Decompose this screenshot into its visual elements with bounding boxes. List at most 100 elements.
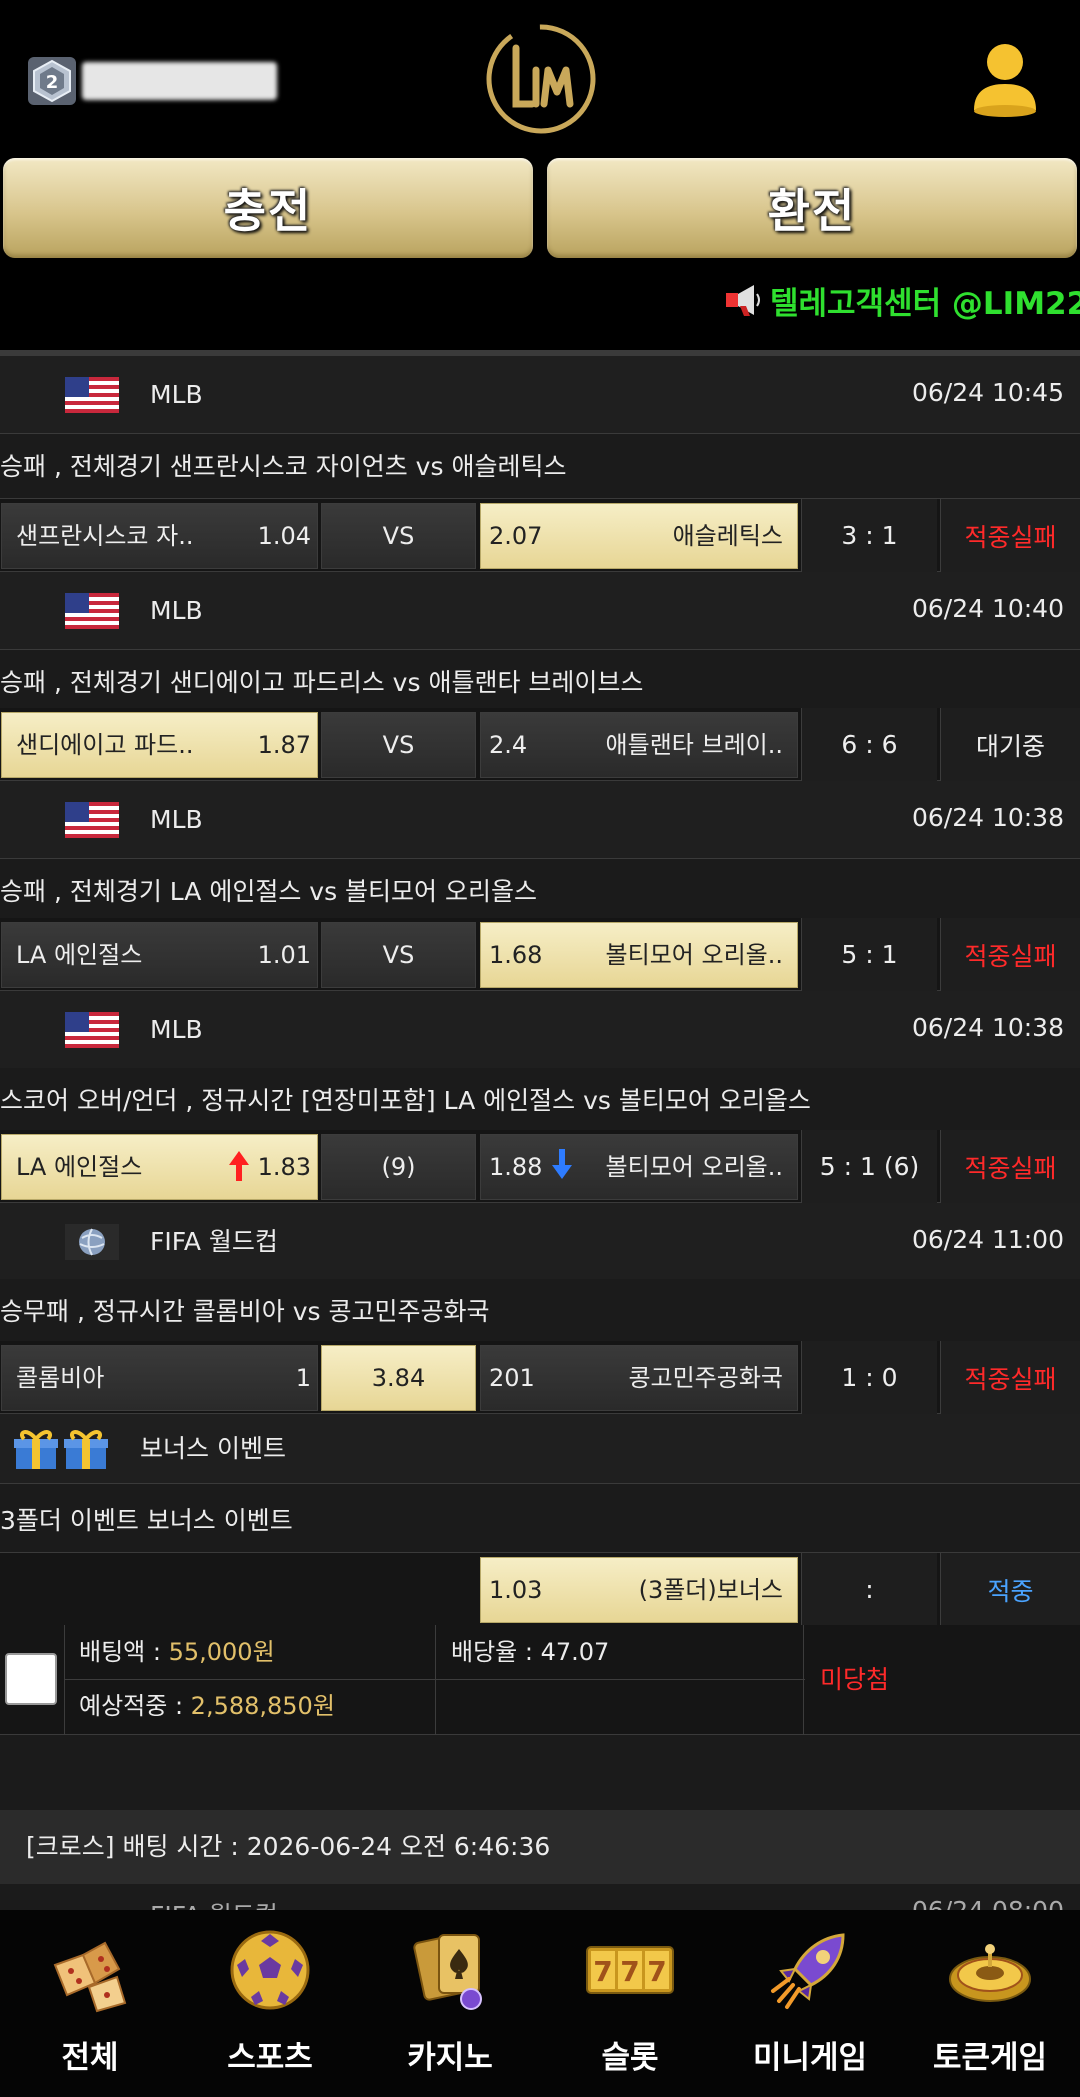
svg-text:7: 7 <box>620 1955 639 1988</box>
expected-label: 예상적중 : <box>79 1692 191 1720</box>
away-odds-cell-selected[interactable]: 2.07 애슬레틱스 <box>480 503 798 569</box>
nav-casino-label: 카지노 <box>407 2040 493 2076</box>
league-name: MLB <box>150 380 203 409</box>
svg-text:2: 2 <box>46 72 59 93</box>
away-team: 콩고민주공화국 <box>628 1364 783 1392</box>
bet-title: 승패 , 전체경기 LA 에인절스 vs 볼티모어 오리올스 <box>0 877 537 906</box>
rank-badge-icon: 2 <box>28 57 76 105</box>
home-odds-cell[interactable]: LA 에인절스 1.01 <box>1 922 318 988</box>
bet-title: 승패 , 전체경기 샌프란시스코 자이언츠 vs 애슬레틱스 <box>0 452 567 481</box>
match-score: 5 : 1 <box>801 918 937 991</box>
arrow-up-icon <box>229 1151 249 1181</box>
match-score: 6 : 6 <box>801 708 937 781</box>
slot-777-icon: 7 7 7 <box>586 1946 674 1994</box>
nav-sports[interactable]: 스포츠 <box>180 1910 360 2097</box>
cross-bet-header: [크로스] 배팅 시간 : 2026-06-24 오전 6:46:36 <box>0 1810 1080 1884</box>
home-odds: 1.83 <box>257 1153 311 1181</box>
svg-text:7: 7 <box>593 1955 612 1988</box>
expected-value: 2,588,850원 <box>190 1692 335 1720</box>
dice-icon <box>53 1941 127 2013</box>
home-team: 콜롬비아 <box>16 1364 105 1392</box>
match-score: 3 : 1 <box>801 499 937 572</box>
nav-all-label: 전체 <box>61 2040 119 2076</box>
bonus-odds-row: 1.03 (3폴더)보너스 : 적중 <box>0 1553 1080 1626</box>
match-score: 1 : 0 <box>801 1341 937 1414</box>
draw-cell[interactable]: VS <box>321 712 476 778</box>
over-odds-cell-selected[interactable]: LA 에인절스 1.83 <box>1 1134 318 1200</box>
home-odds: 1.01 <box>257 941 311 969</box>
away-odds-cell[interactable]: 201 콩고민주공화국 <box>480 1345 798 1411</box>
league-name: MLB <box>150 1015 203 1044</box>
away-odds: 1.88 <box>489 1153 543 1181</box>
summary-status: 미당첨 <box>820 1665 890 1694</box>
playing-cards-icon <box>413 1934 482 2010</box>
summary-grid: 배팅액 : 55,000원 배당율 : 47.07 예상적중 : 2,588,8… <box>64 1625 805 1735</box>
bonus-label: (3폴더)보너스 <box>638 1576 783 1604</box>
away-team: 애슬레틱스 <box>672 522 783 550</box>
bet-title: 승패 , 전체경기 샌디에이고 파드리스 vs 애틀랜타 브레이브스 <box>0 668 644 697</box>
bottom-navigation: 전체 스포츠 카지노 7 7 7 슬롯 미니게임 토큰게임 <box>0 1910 1080 2097</box>
league-row: FIFA 월드컵 06/24 11:00 <box>0 1203 1080 1281</box>
home-odds: 1 <box>295 1364 311 1392</box>
bet-amount: 배팅액 : 55,000원 <box>79 1625 275 1679</box>
bet-odds-row: 콜롬비아 1 3.84 201 콩고민주공화국 1 : 0 적중실패 <box>0 1341 1080 1414</box>
bet-odds-row: 샌디에이고 파드.. 1.87 VS 2.4 애틀랜타 브레이.. 6 : 6 … <box>0 708 1080 781</box>
notice-ticker[interactable]: 텔레고객센터 @LIM220 <box>724 278 1080 322</box>
draw-cell[interactable]: VS <box>321 922 476 988</box>
bet-title-row: 승패 , 전체경기 샌프란시스코 자이언츠 vs 애슬레틱스 <box>0 434 1080 499</box>
home-odds-cell-selected[interactable]: 샌디에이고 파드.. 1.87 <box>1 712 318 778</box>
away-team: 볼티모어 오리올.. <box>605 941 783 969</box>
home-odds-cell[interactable]: 콜롬비아 1 <box>1 1345 318 1411</box>
nav-casino[interactable]: 카지노 <box>360 1910 540 2097</box>
home-odds: 1.04 <box>257 522 311 550</box>
expected-win: 예상적중 : 2,588,850원 <box>79 1679 335 1733</box>
under-odds-cell[interactable]: 1.88 볼티모어 오리올.. <box>480 1134 798 1200</box>
charge-button[interactable]: 충전 <box>3 158 533 258</box>
roulette-wheel-icon <box>949 1944 1031 2002</box>
away-odds-cell-selected[interactable]: 1.68 볼티모어 오리올.. <box>480 922 798 988</box>
away-odds: 201 <box>489 1364 535 1392</box>
select-checkbox[interactable] <box>5 1653 57 1705</box>
nav-sports-label: 스포츠 <box>227 2040 313 2076</box>
grid-divider <box>435 1625 436 1735</box>
world-globe-icon <box>65 1224 119 1260</box>
league-row: MLB 06/24 10:38 <box>0 991 1080 1069</box>
match-time: 06/24 10:45 <box>911 378 1064 407</box>
arrow-down-icon <box>552 1149 572 1179</box>
lim-logo[interactable] <box>480 18 602 140</box>
username-redacted <box>82 62 277 100</box>
draw-odds-cell-selected[interactable]: 3.84 <box>321 1345 476 1411</box>
nav-slot-label: 슬롯 <box>601 2040 659 2076</box>
gift-box-icon <box>64 1430 108 1469</box>
nav-all[interactable]: 전체 <box>0 1910 180 2097</box>
bonus-title-row: 3폴더 이벤트 보너스 이벤트 <box>0 1488 1080 1553</box>
nav-minigame[interactable]: 미니게임 <box>720 1910 900 2097</box>
bet-title-row: 스코어 오버/언더 , 정규시간 [연장미포함] LA 에인절스 vs 볼티모어… <box>0 1068 1080 1133</box>
draw-cell[interactable]: VS <box>321 503 476 569</box>
nav-token-game-label: 토큰게임 <box>932 2040 1048 2076</box>
home-odds-cell[interactable]: 샌프란시스코 자.. 1.04 <box>1 503 318 569</box>
bet-title: 스코어 오버/언더 , 정규시간 [연장미포함] LA 에인절스 vs 볼티모어… <box>0 1086 811 1115</box>
league-row: MLB 06/24 10:40 <box>0 572 1080 650</box>
nav-slot[interactable]: 7 7 7 슬롯 <box>540 1910 720 2097</box>
home-odds: 1.87 <box>257 731 311 759</box>
nav-token-game[interactable]: 토큰게임 <box>900 1910 1080 2097</box>
bonus-odds-cell-selected[interactable]: 1.03 (3폴더)보너스 <box>480 1557 798 1623</box>
user-profile-icon[interactable] <box>968 40 1042 120</box>
top-header: 2 충전 환전 텔레고객센터 @LIM220 <box>0 0 1080 350</box>
handicap-line-cell[interactable]: (9) <box>321 1134 476 1200</box>
odds-value: 47.07 <box>540 1638 610 1666</box>
bet-title: 승무패 , 정규시간 콜롬비아 vs 콩고민주공화국 <box>0 1297 490 1326</box>
cross-bet-time: [크로스] 배팅 시간 : 2026-06-24 오전 6:46:36 <box>26 1832 551 1861</box>
home-team: LA 에인절스 <box>16 1153 143 1181</box>
bet-title-row: 승무패 , 정규시간 콜롬비아 vs 콩고민주공화국 <box>0 1279 1080 1344</box>
away-team: 애틀랜타 브레이.. <box>605 731 783 759</box>
bet-odds-row: LA 에인절스 1.01 VS 1.68 볼티모어 오리올.. 5 : 1 적중… <box>0 918 1080 991</box>
bet-summary: 배팅액 : 55,000원 배당율 : 47.07 예상적중 : 2,588,8… <box>0 1625 1080 1735</box>
exchange-button[interactable]: 환전 <box>547 158 1077 258</box>
league-name: MLB <box>150 805 203 834</box>
away-team: 볼티모어 오리올.. <box>605 1153 783 1181</box>
away-odds-cell[interactable]: 2.4 애틀랜타 브레이.. <box>480 712 798 778</box>
match-score: 5 : 1 (6) <box>801 1130 937 1203</box>
rocket-icon <box>771 1933 845 2009</box>
